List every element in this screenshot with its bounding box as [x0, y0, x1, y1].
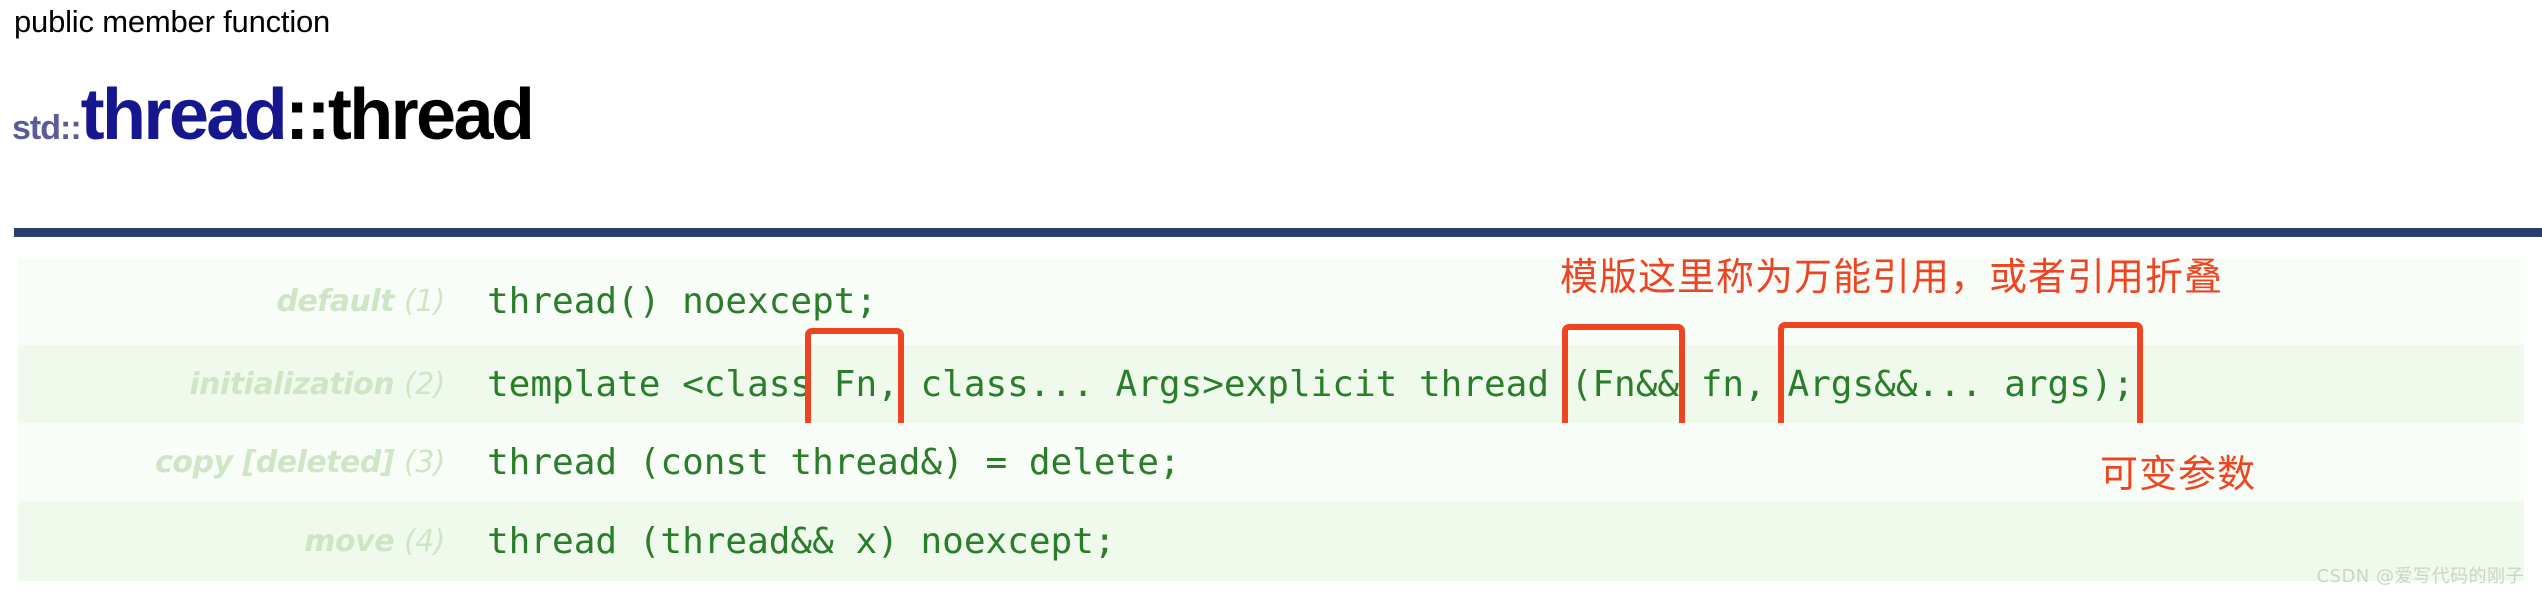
code-segment: thread (thread&& x) noexcept;: [487, 520, 1116, 562]
signature-label-text: move: [304, 523, 395, 559]
signature-code-initialization: template <class Fn, class... Args>explic…: [461, 321, 2524, 441]
annotation-variadic-parameters: 可变参数: [2100, 452, 2257, 496]
signature-row-move: move (4) thread (thread&& x) noexcept;: [18, 501, 2524, 581]
title-class-name: thread: [80, 75, 288, 156]
annotation-forwarding-reference: 模版这里称为万能引用，或者引用折叠: [1560, 255, 2224, 299]
page-title: std::thread::thread: [12, 79, 535, 151]
highlight-box-variadic-args: Args&&... args);: [1778, 321, 2144, 441]
signature-overload-number: (3): [404, 444, 446, 480]
signature-overload-number: (4): [404, 523, 446, 559]
signature-label-move: move (4): [18, 524, 461, 559]
signature-label-initialization: initialization (2): [18, 367, 461, 402]
highlight-box-fn-param: Fn,: [805, 327, 904, 439]
signature-label-default: default (1): [18, 284, 461, 319]
signature-table: default (1) thread() noexcept; initializ…: [18, 258, 2524, 581]
signature-label-copy-deleted: copy [deleted] (3): [18, 445, 461, 480]
signature-row-initialization: initialization (2) template <class Fn, c…: [18, 321, 2524, 441]
title-divider-rule: [14, 228, 2542, 237]
signature-overload-number: (2): [404, 366, 446, 402]
code-segment: template <class: [487, 363, 813, 405]
code-segment: thread() noexcept;: [487, 281, 878, 322]
page-eyebrow: public member function: [14, 4, 331, 39]
title-function-name: ::thread: [285, 75, 535, 156]
signature-label-text: initialization: [189, 366, 395, 402]
code-segment: fn,: [1679, 363, 1788, 405]
code-segment: thread (const thread&) = delete;: [487, 441, 1181, 483]
csdn-watermark: CSDN @爱写代码的刚子: [2316, 566, 2524, 587]
signature-overload-number: (1): [404, 284, 446, 319]
code-segment: class... Args>explicit thread: [898, 363, 1571, 405]
signature-label-text: default: [276, 284, 395, 319]
signature-label-text: copy [deleted]: [155, 444, 395, 480]
title-namespace: std::: [12, 109, 82, 148]
signature-code-move: thread (thread&& x) noexcept;: [461, 521, 2524, 562]
highlight-box-fn-forwarding-reference: (Fn&&: [1561, 323, 1686, 439]
